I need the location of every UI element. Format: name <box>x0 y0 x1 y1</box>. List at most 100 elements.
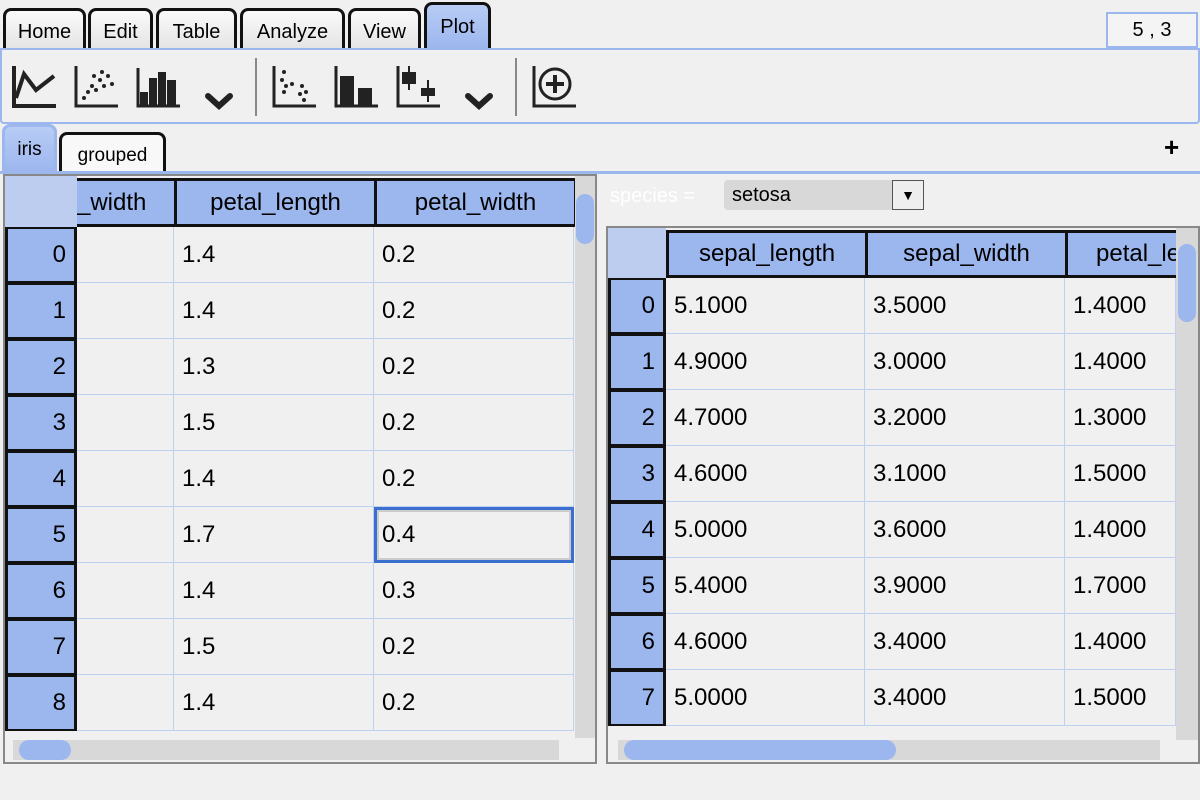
table-cell[interactable] <box>77 675 174 731</box>
boxplot-icon[interactable] <box>394 62 444 112</box>
table-cell[interactable]: 3.2000 <box>865 390 1065 446</box>
table-cell[interactable]: 1.5000 <box>1065 670 1176 726</box>
table-cell[interactable]: 5.0000 <box>666 670 865 726</box>
table-cell[interactable]: 0.3 <box>374 563 574 619</box>
row-index[interactable]: 2 <box>5 339 77 395</box>
table-cell[interactable]: 4.6000 <box>666 446 865 502</box>
chevron-down-icon[interactable] <box>454 70 504 120</box>
scrollbar-thumb[interactable] <box>19 740 71 760</box>
scatter-chart-icon[interactable] <box>72 62 122 112</box>
row-index[interactable]: 0 <box>5 227 77 283</box>
table-cell[interactable]: 1.4000 <box>1065 334 1176 390</box>
table-cell[interactable]: 1.7 <box>174 507 374 563</box>
horizontal-scrollbar[interactable] <box>13 740 559 760</box>
table-cell[interactable]: 1.4000 <box>1065 614 1176 670</box>
table-cell[interactable] <box>77 283 174 339</box>
species-filter-dropdown[interactable]: setosa ▼ <box>724 180 924 210</box>
table-cell[interactable]: 4.7000 <box>666 390 865 446</box>
sheet-tab-grouped[interactable]: grouped <box>59 132 166 173</box>
table-cell[interactable] <box>77 507 174 563</box>
table-cell[interactable]: 1.7000 <box>1065 558 1176 614</box>
table-cell[interactable] <box>77 563 174 619</box>
vertical-scrollbar[interactable] <box>1176 228 1198 740</box>
row-index[interactable]: 8 <box>5 675 77 731</box>
table-cell[interactable]: 5.1000 <box>666 278 865 334</box>
table-cell[interactable]: 0.2 <box>374 227 574 283</box>
table-cell[interactable]: 5.0000 <box>666 502 865 558</box>
table-cell[interactable]: 1.3 <box>174 339 374 395</box>
scrollbar-thumb[interactable] <box>1178 244 1196 322</box>
sheet-tab-iris[interactable]: iris <box>2 124 57 172</box>
row-index[interactable]: 4 <box>608 502 666 558</box>
table-cell[interactable]: 3.9000 <box>865 558 1065 614</box>
row-index[interactable]: 1 <box>5 283 77 339</box>
table-cell[interactable]: 4.6000 <box>666 614 865 670</box>
table-cell[interactable]: 1.4 <box>174 451 374 507</box>
table-cell[interactable]: 3.4000 <box>865 614 1065 670</box>
table-cell[interactable]: 1.4 <box>174 675 374 731</box>
vertical-scrollbar[interactable] <box>575 176 595 738</box>
table-cell[interactable] <box>77 395 174 451</box>
tab-view[interactable]: View <box>348 8 421 49</box>
selected-cell[interactable]: 0.4 <box>374 507 574 563</box>
row-index[interactable]: 4 <box>5 451 77 507</box>
table-cell[interactable]: 0.2 <box>374 619 574 675</box>
table-cell[interactable]: 0.2 <box>374 395 574 451</box>
table-cell[interactable]: 5.4000 <box>666 558 865 614</box>
column-header[interactable]: petal_length <box>174 178 377 227</box>
table-cell[interactable]: 0.2 <box>374 339 574 395</box>
table-cell[interactable] <box>77 451 174 507</box>
table-cell[interactable]: 4.9000 <box>666 334 865 390</box>
row-index[interactable]: 5 <box>608 558 666 614</box>
add-sheet-button[interactable]: + <box>1164 132 1179 163</box>
tab-home[interactable]: Home <box>3 8 86 49</box>
table-cell[interactable]: 1.4000 <box>1065 502 1176 558</box>
table-cell[interactable]: 1.5 <box>174 395 374 451</box>
row-index[interactable]: 6 <box>5 563 77 619</box>
row-index[interactable]: 6 <box>608 614 666 670</box>
row-index[interactable]: 2 <box>608 390 666 446</box>
line-chart-icon[interactable] <box>10 62 60 112</box>
histogram-icon[interactable] <box>134 62 184 112</box>
table-cell[interactable] <box>77 227 174 283</box>
column-header[interactable]: sepal_length <box>666 230 868 278</box>
table-cell[interactable]: 1.5000 <box>1065 446 1176 502</box>
row-index[interactable]: 0 <box>608 278 666 334</box>
table-cell[interactable]: 0.2 <box>374 675 574 731</box>
table-cell[interactable]: 3.6000 <box>865 502 1065 558</box>
column-header[interactable]: sepal_width <box>865 230 1068 278</box>
tab-analyze[interactable]: Analyze <box>240 8 345 49</box>
table-cell[interactable]: 3.4000 <box>865 670 1065 726</box>
grouped-scatter-icon[interactable] <box>270 62 320 112</box>
table-cell[interactable]: 1.3000 <box>1065 390 1176 446</box>
row-index[interactable]: 1 <box>608 334 666 390</box>
table-cell[interactable]: 1.5 <box>174 619 374 675</box>
dropdown-arrow-icon[interactable]: ▼ <box>892 180 924 210</box>
table-cell[interactable] <box>77 339 174 395</box>
scrollbar-thumb[interactable] <box>576 194 594 244</box>
table-cell[interactable]: 0.2 <box>374 283 574 339</box>
add-plot-icon[interactable] <box>530 62 580 112</box>
table-cell[interactable]: 0.2 <box>374 451 574 507</box>
row-index[interactable]: 5 <box>5 507 77 563</box>
table-cell[interactable]: 3.0000 <box>865 334 1065 390</box>
table-cell[interactable]: 1.4 <box>174 283 374 339</box>
grouped-bar-icon[interactable] <box>332 62 382 112</box>
row-index[interactable]: 7 <box>5 619 77 675</box>
scrollbar-thumb[interactable] <box>624 740 896 760</box>
table-cell[interactable]: 1.4000 <box>1065 278 1176 334</box>
table-cell[interactable]: 1.4 <box>174 563 374 619</box>
column-header[interactable]: petal_width <box>374 178 577 227</box>
row-index[interactable]: 3 <box>608 446 666 502</box>
table-cell[interactable]: 1.4 <box>174 227 374 283</box>
column-header[interactable]: _width <box>77 178 177 227</box>
horizontal-scrollbar[interactable] <box>618 740 1160 760</box>
table-cell[interactable] <box>77 619 174 675</box>
table-cell[interactable]: 3.1000 <box>865 446 1065 502</box>
table-cell[interactable]: 3.5000 <box>865 278 1065 334</box>
tab-edit[interactable]: Edit <box>88 8 153 49</box>
tab-plot[interactable]: Plot <box>424 2 491 49</box>
row-index[interactable]: 7 <box>608 670 666 726</box>
row-index[interactable]: 3 <box>5 395 77 451</box>
chevron-down-icon[interactable] <box>194 70 244 120</box>
